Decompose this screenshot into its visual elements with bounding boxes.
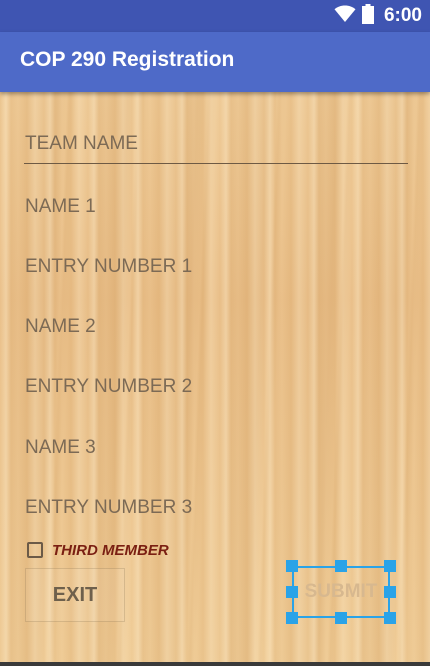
checkbox-box[interactable] xyxy=(27,542,43,558)
battery-icon xyxy=(361,4,374,28)
screen-bottom-edge xyxy=(0,662,430,666)
name-1-input[interactable] xyxy=(24,187,408,227)
submit-button[interactable]: SUBMIT xyxy=(292,566,390,618)
third-member-label: THIRD MEMBER xyxy=(52,541,169,559)
third-member-checkbox[interactable]: THIRD MEMBER xyxy=(27,538,169,562)
registration-screen: 6:00 COP 290 Registration THIRD MEMBER E… xyxy=(0,0,430,666)
wifi-icon xyxy=(334,5,356,27)
entry-number-1-input[interactable] xyxy=(24,247,408,287)
name-3-input[interactable] xyxy=(24,428,408,468)
entry-number-3-input[interactable] xyxy=(24,488,408,528)
team-name-input[interactable] xyxy=(24,124,408,164)
exit-button[interactable]: EXIT xyxy=(25,568,125,622)
app-bar: COP 290 Registration xyxy=(0,32,430,92)
name-2-input[interactable] xyxy=(24,307,408,347)
entry-number-2-input[interactable] xyxy=(24,367,408,407)
submit-button-selection: SUBMIT xyxy=(286,560,396,624)
status-icons: 6:00 xyxy=(334,4,422,28)
status-time: 6:00 xyxy=(383,5,422,26)
status-bar: 6:00 xyxy=(0,0,430,32)
app-title: COP 290 Registration xyxy=(20,48,235,71)
